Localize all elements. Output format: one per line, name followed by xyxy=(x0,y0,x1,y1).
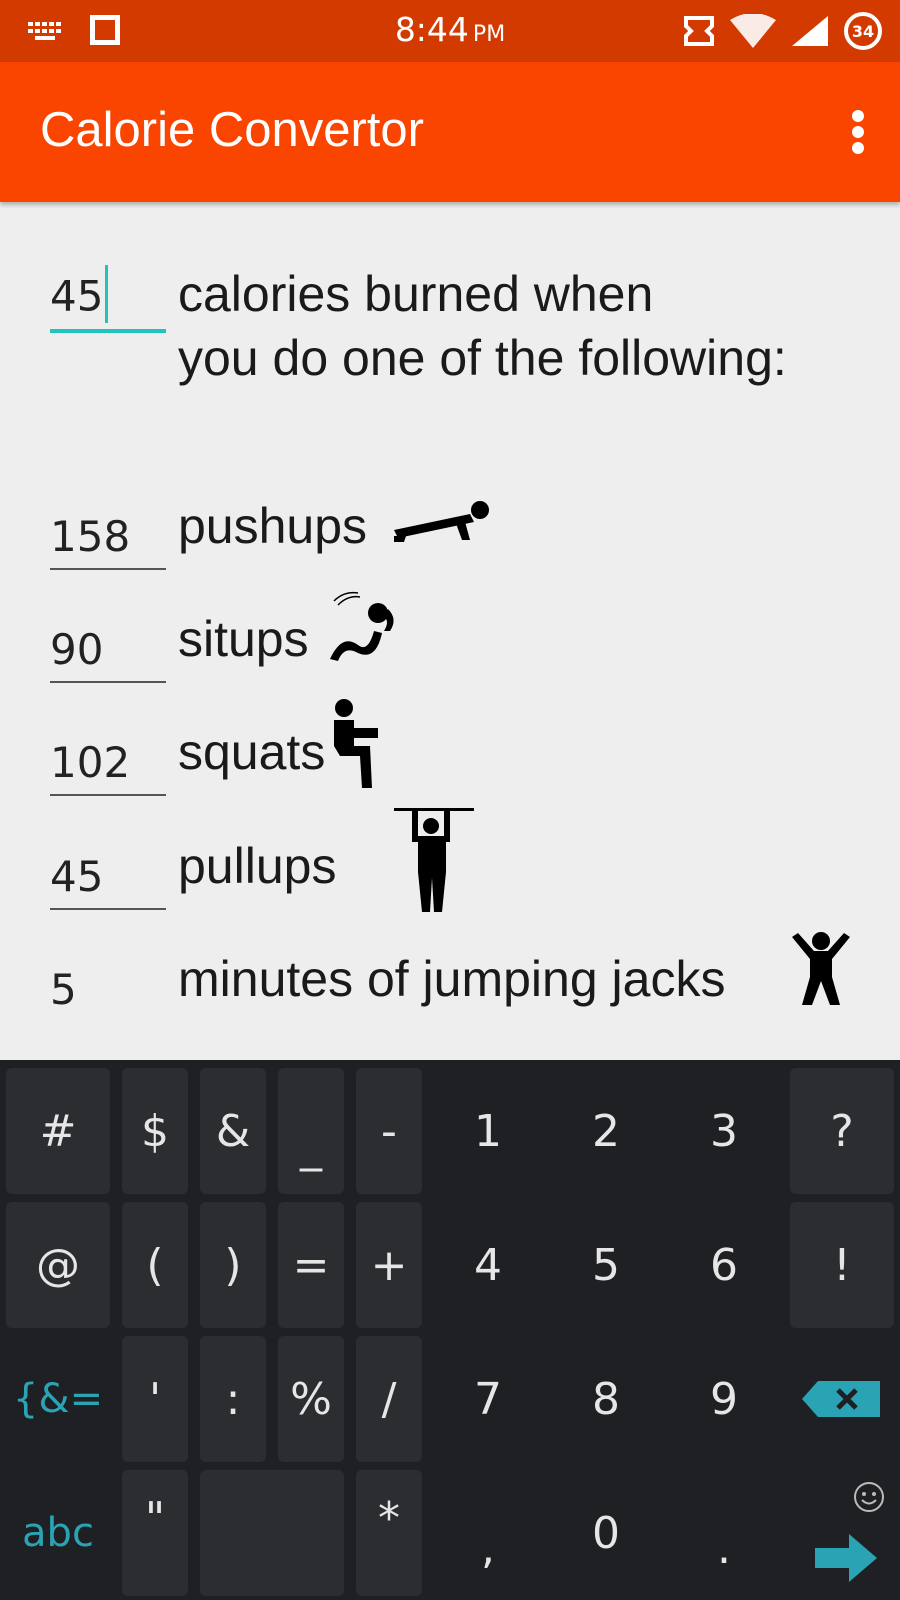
situp-icon xyxy=(330,591,394,661)
key-0[interactable]: 0 xyxy=(548,1470,664,1596)
calorie-input-label: calories burned when you do one of the fo… xyxy=(178,266,787,386)
key-1[interactable]: 1 xyxy=(430,1068,546,1194)
pushup-icon xyxy=(394,501,489,542)
key-comma[interactable]: , xyxy=(430,1470,546,1596)
situps-field[interactable]: 90 xyxy=(50,615,166,683)
key-apostrophe[interactable]: ' xyxy=(122,1336,188,1462)
key-abc-toggle[interactable]: abc xyxy=(6,1470,110,1596)
key-3[interactable]: 3 xyxy=(666,1068,782,1194)
emoji-icon[interactable] xyxy=(852,1480,886,1514)
key-9[interactable]: 9 xyxy=(666,1336,782,1462)
sync-icon xyxy=(684,16,714,46)
backspace-icon xyxy=(802,1381,880,1417)
key-equals[interactable]: = xyxy=(278,1202,344,1328)
key-close-paren[interactable]: ) xyxy=(200,1202,266,1328)
pullups-label: pullups xyxy=(178,838,337,894)
key-hash[interactable]: # xyxy=(6,1068,110,1194)
key-exclamation[interactable]: ! xyxy=(790,1202,894,1328)
key-6[interactable]: 6 xyxy=(666,1202,782,1328)
squat-icon xyxy=(334,699,378,788)
battery-icon: 34 xyxy=(844,12,882,50)
calorie-input[interactable]: 45 xyxy=(50,265,166,333)
key-open-paren[interactable]: ( xyxy=(122,1202,188,1328)
key-period[interactable]: . xyxy=(666,1470,782,1596)
space-key[interactable] xyxy=(200,1470,344,1596)
key-2[interactable]: 2 xyxy=(548,1068,664,1194)
key-8[interactable]: 8 xyxy=(548,1336,664,1462)
status-bar: 8:44 PM 34 xyxy=(0,0,900,62)
pullups-field[interactable]: 45 xyxy=(50,842,166,910)
key-colon[interactable]: : xyxy=(200,1336,266,1462)
squats-field[interactable]: 102 xyxy=(50,728,166,796)
numeric-keyboard: # $ & _ - 1 2 3 ? @ ( ) = + 4 5 6 ! {&= … xyxy=(0,1060,900,1600)
key-symbols-toggle[interactable]: {&= xyxy=(6,1336,110,1462)
key-4[interactable]: 4 xyxy=(430,1202,546,1328)
key-underscore[interactable]: _ xyxy=(278,1068,344,1194)
pullup-icon xyxy=(394,808,474,912)
key-at[interactable]: @ xyxy=(6,1202,110,1328)
key-dollar[interactable]: $ xyxy=(122,1068,188,1194)
key-slash[interactable]: / xyxy=(356,1336,422,1462)
key-percent[interactable]: % xyxy=(278,1336,344,1462)
key-7[interactable]: 7 xyxy=(430,1336,546,1462)
enter-key[interactable] xyxy=(800,1520,894,1596)
key-ampersand[interactable]: & xyxy=(200,1068,266,1194)
backspace-key[interactable] xyxy=(790,1336,894,1462)
key-question[interactable]: ? xyxy=(790,1068,894,1194)
squats-label: squats xyxy=(178,724,326,780)
overflow-menu-icon[interactable] xyxy=(850,110,866,154)
key-double-quote[interactable]: " xyxy=(122,1470,188,1596)
app-title: Calorie Convertor xyxy=(40,103,424,157)
jumping-jacks-label: minutes of jumping jacks xyxy=(178,951,726,1007)
situps-label: situps xyxy=(178,611,309,667)
jumping-jack-icon xyxy=(792,932,850,1005)
key-plus[interactable]: + xyxy=(356,1202,422,1328)
key-asterisk[interactable]: * xyxy=(356,1470,422,1596)
calorie-form: 45 calories burned when you do one of the… xyxy=(0,202,900,1060)
signal-icon xyxy=(792,16,828,46)
pushups-field[interactable]: 158 xyxy=(50,502,166,570)
key-minus[interactable]: - xyxy=(356,1068,422,1194)
pushups-label: pushups xyxy=(178,498,368,554)
jumping-jacks-value: 5 xyxy=(50,965,77,1014)
wifi-icon xyxy=(730,14,776,48)
key-5[interactable]: 5 xyxy=(548,1202,664,1328)
arrow-right-icon xyxy=(815,1534,877,1582)
app-bar: Calorie Convertor xyxy=(0,62,900,202)
